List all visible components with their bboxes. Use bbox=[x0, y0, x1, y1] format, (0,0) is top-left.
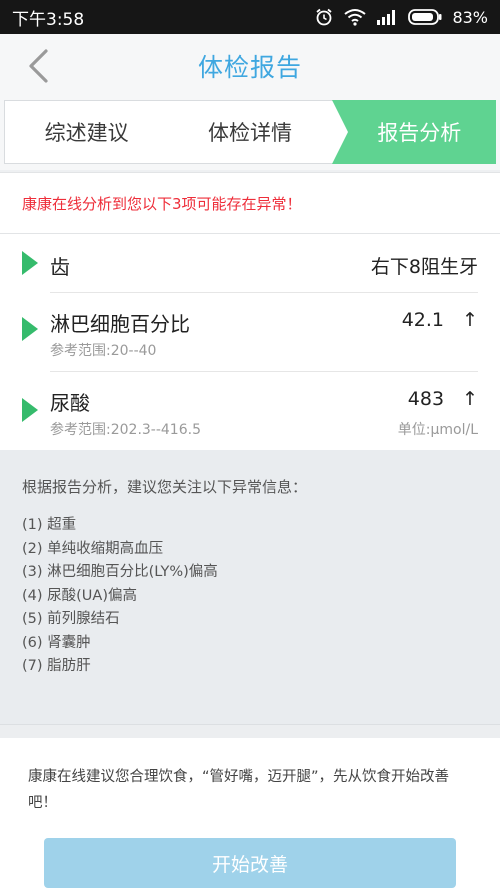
nav-bar: 体检报告 bbox=[0, 34, 500, 98]
status-time: 下午3:58 bbox=[12, 9, 85, 30]
abnormal-items-list: 齿 右下8阻生牙 淋巴细胞百分比 参考范围:20--40 42.1 ↑ 尿酸 参… bbox=[0, 234, 500, 450]
page-title: 体检报告 bbox=[197, 53, 302, 82]
item-reference-range: 参考范围:202.3--416.5 bbox=[50, 422, 201, 438]
list-item: (6) 肾囊肿 bbox=[22, 634, 91, 651]
alert-text: 康康在线分析到您以下3项可能存在异常！ bbox=[22, 194, 302, 213]
item-name: 尿酸 bbox=[50, 391, 90, 415]
chevron-left-icon bbox=[29, 49, 48, 83]
item-name: 淋巴细胞百分比 bbox=[50, 312, 190, 336]
signal-icon bbox=[376, 9, 398, 25]
arrow-up-icon: ↑ bbox=[462, 388, 478, 410]
alarm-icon bbox=[314, 7, 334, 27]
list-item: (3) 淋巴细胞百分比(LY%)偏高 bbox=[22, 564, 218, 580]
abnormal-alert: 康康在线分析到您以下3项可能存在异常！ bbox=[0, 172, 500, 234]
list-item: (1) 超重 bbox=[22, 517, 77, 533]
tab-label: 综述建议 bbox=[44, 121, 129, 145]
tab-bar: 综述建议 体检详情 报告分析 bbox=[4, 100, 496, 164]
item-value-number: 483 bbox=[407, 388, 445, 410]
status-icons: 83% bbox=[314, 7, 488, 27]
list-item[interactable]: 尿酸 参考范围:202.3--416.5 483 ↑ 单位:μmol/L bbox=[0, 372, 500, 450]
tab-label: 报告分析 bbox=[377, 121, 462, 145]
triangle-marker-icon bbox=[22, 317, 38, 341]
battery-icon bbox=[408, 9, 442, 25]
list-item[interactable]: 淋巴细胞百分比 参考范围:20--40 42.1 ↑ bbox=[0, 293, 500, 371]
list-item[interactable]: 齿 右下8阻生牙 bbox=[0, 234, 500, 292]
triangle-marker-icon bbox=[22, 251, 38, 275]
item-reference-range: 参考范围:20--40 bbox=[50, 343, 157, 359]
analysis-list: (1) 超重 (2) 单纯收缩期高血压 (3) 淋巴细胞百分比(LY%)偏高 (… bbox=[22, 514, 478, 679]
back-button[interactable] bbox=[18, 46, 58, 86]
list-item: (5) 前列腺结石 bbox=[22, 611, 120, 627]
tab-summary[interactable]: 综述建议 bbox=[5, 101, 168, 163]
list-item: (4) 尿酸(UA)偏高 bbox=[22, 587, 137, 604]
item-value: 右下8阻生牙 bbox=[370, 256, 478, 278]
triangle-marker-icon bbox=[22, 398, 38, 422]
tab-details[interactable]: 体检详情 bbox=[168, 101, 331, 163]
section-gap bbox=[0, 724, 500, 738]
wifi-icon bbox=[344, 8, 367, 26]
list-item: (7) 脂肪肝 bbox=[22, 658, 91, 674]
status-bar: 下午3:58 83% bbox=[0, 0, 500, 34]
advice-text: 康康在线建议您合理饮食，“管好嘴，迈开腿”，先从饮食开始改善吧！ bbox=[28, 769, 450, 811]
battery-percent: 83% bbox=[452, 7, 488, 27]
item-value-number: 42.1 bbox=[401, 309, 445, 331]
tabs-container: 综述建议 体检详情 报告分析 bbox=[0, 98, 500, 170]
start-improve-button[interactable]: 开始改善 bbox=[44, 838, 456, 888]
item-unit: 单位:μmol/L bbox=[397, 422, 478, 438]
analysis-section: 根据报告分析，建议您关注以下异常信息： (1) 超重 (2) 单纯收缩期高血压 … bbox=[0, 450, 500, 724]
advice-section: 康康在线建议您合理饮食，“管好嘴，迈开腿”，先从饮食开始改善吧！ 开始改善 bbox=[0, 738, 500, 889]
arrow-up-icon: ↑ bbox=[462, 309, 478, 331]
item-name: 齿 bbox=[50, 255, 70, 279]
tab-analysis[interactable]: 报告分析 bbox=[332, 101, 495, 163]
item-value: 483 ↑ bbox=[408, 388, 478, 410]
item-value: 42.1 ↑ bbox=[402, 309, 478, 331]
list-item: (2) 单纯收缩期高血压 bbox=[22, 540, 164, 557]
tab-label: 体检详情 bbox=[207, 121, 292, 145]
analysis-intro: 根据报告分析，建议您关注以下异常信息： bbox=[22, 478, 308, 496]
